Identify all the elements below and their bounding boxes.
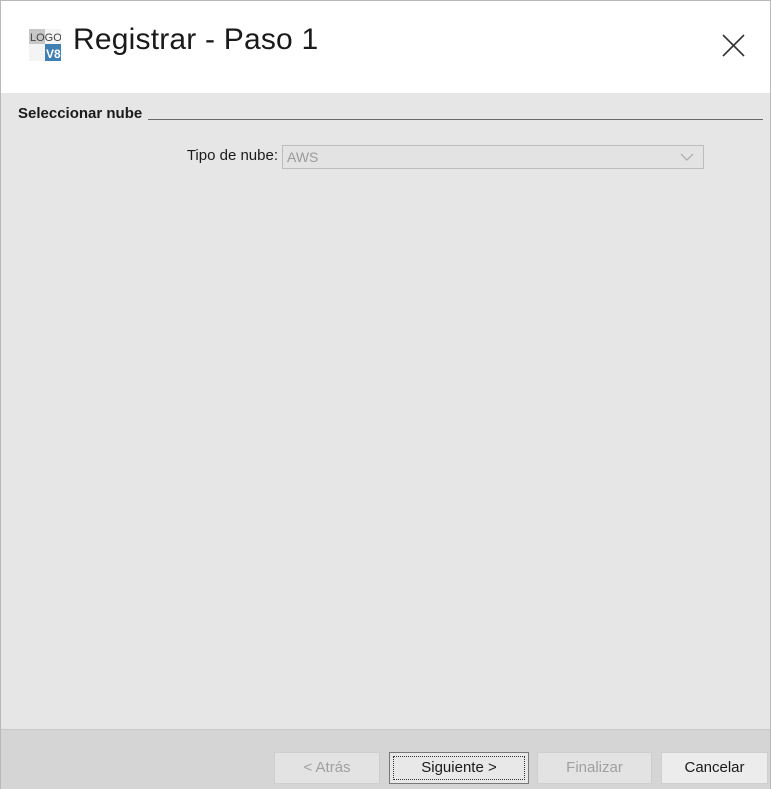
finish-button[interactable]: Finalizar <box>537 752 652 784</box>
close-icon[interactable] <box>713 27 753 67</box>
button-bar: < Atrás Siguiente > Finalizar Cancelar <box>1 729 770 789</box>
svg-text:V8: V8 <box>46 47 61 61</box>
dialog-content: Seleccionar nube Tipo de nube: AWS <box>1 93 770 729</box>
section-title: Seleccionar nube <box>18 105 149 122</box>
cloud-type-label: Tipo de nube: <box>186 147 278 164</box>
dialog-window: LOGO V8 Registrar - Paso 1 Seleccionar n… <box>0 0 771 789</box>
logo-v8-app-icon: LOGO V8 <box>29 29 61 61</box>
cancel-button[interactable]: Cancelar <box>661 752 768 784</box>
cloud-type-value: AWS <box>287 149 319 165</box>
next-button[interactable]: Siguiente > <box>389 752 529 784</box>
next-button-label: Siguiente > <box>421 759 497 776</box>
cloud-type-select[interactable]: AWS <box>282 145 704 169</box>
chevron-down-icon <box>680 153 694 161</box>
title-bar: LOGO V8 Registrar - Paso 1 <box>1 1 770 93</box>
window-title: Registrar - Paso 1 <box>73 23 319 56</box>
svg-text:LOGO: LOGO <box>30 32 61 44</box>
back-button[interactable]: < Atrás <box>274 752 380 784</box>
